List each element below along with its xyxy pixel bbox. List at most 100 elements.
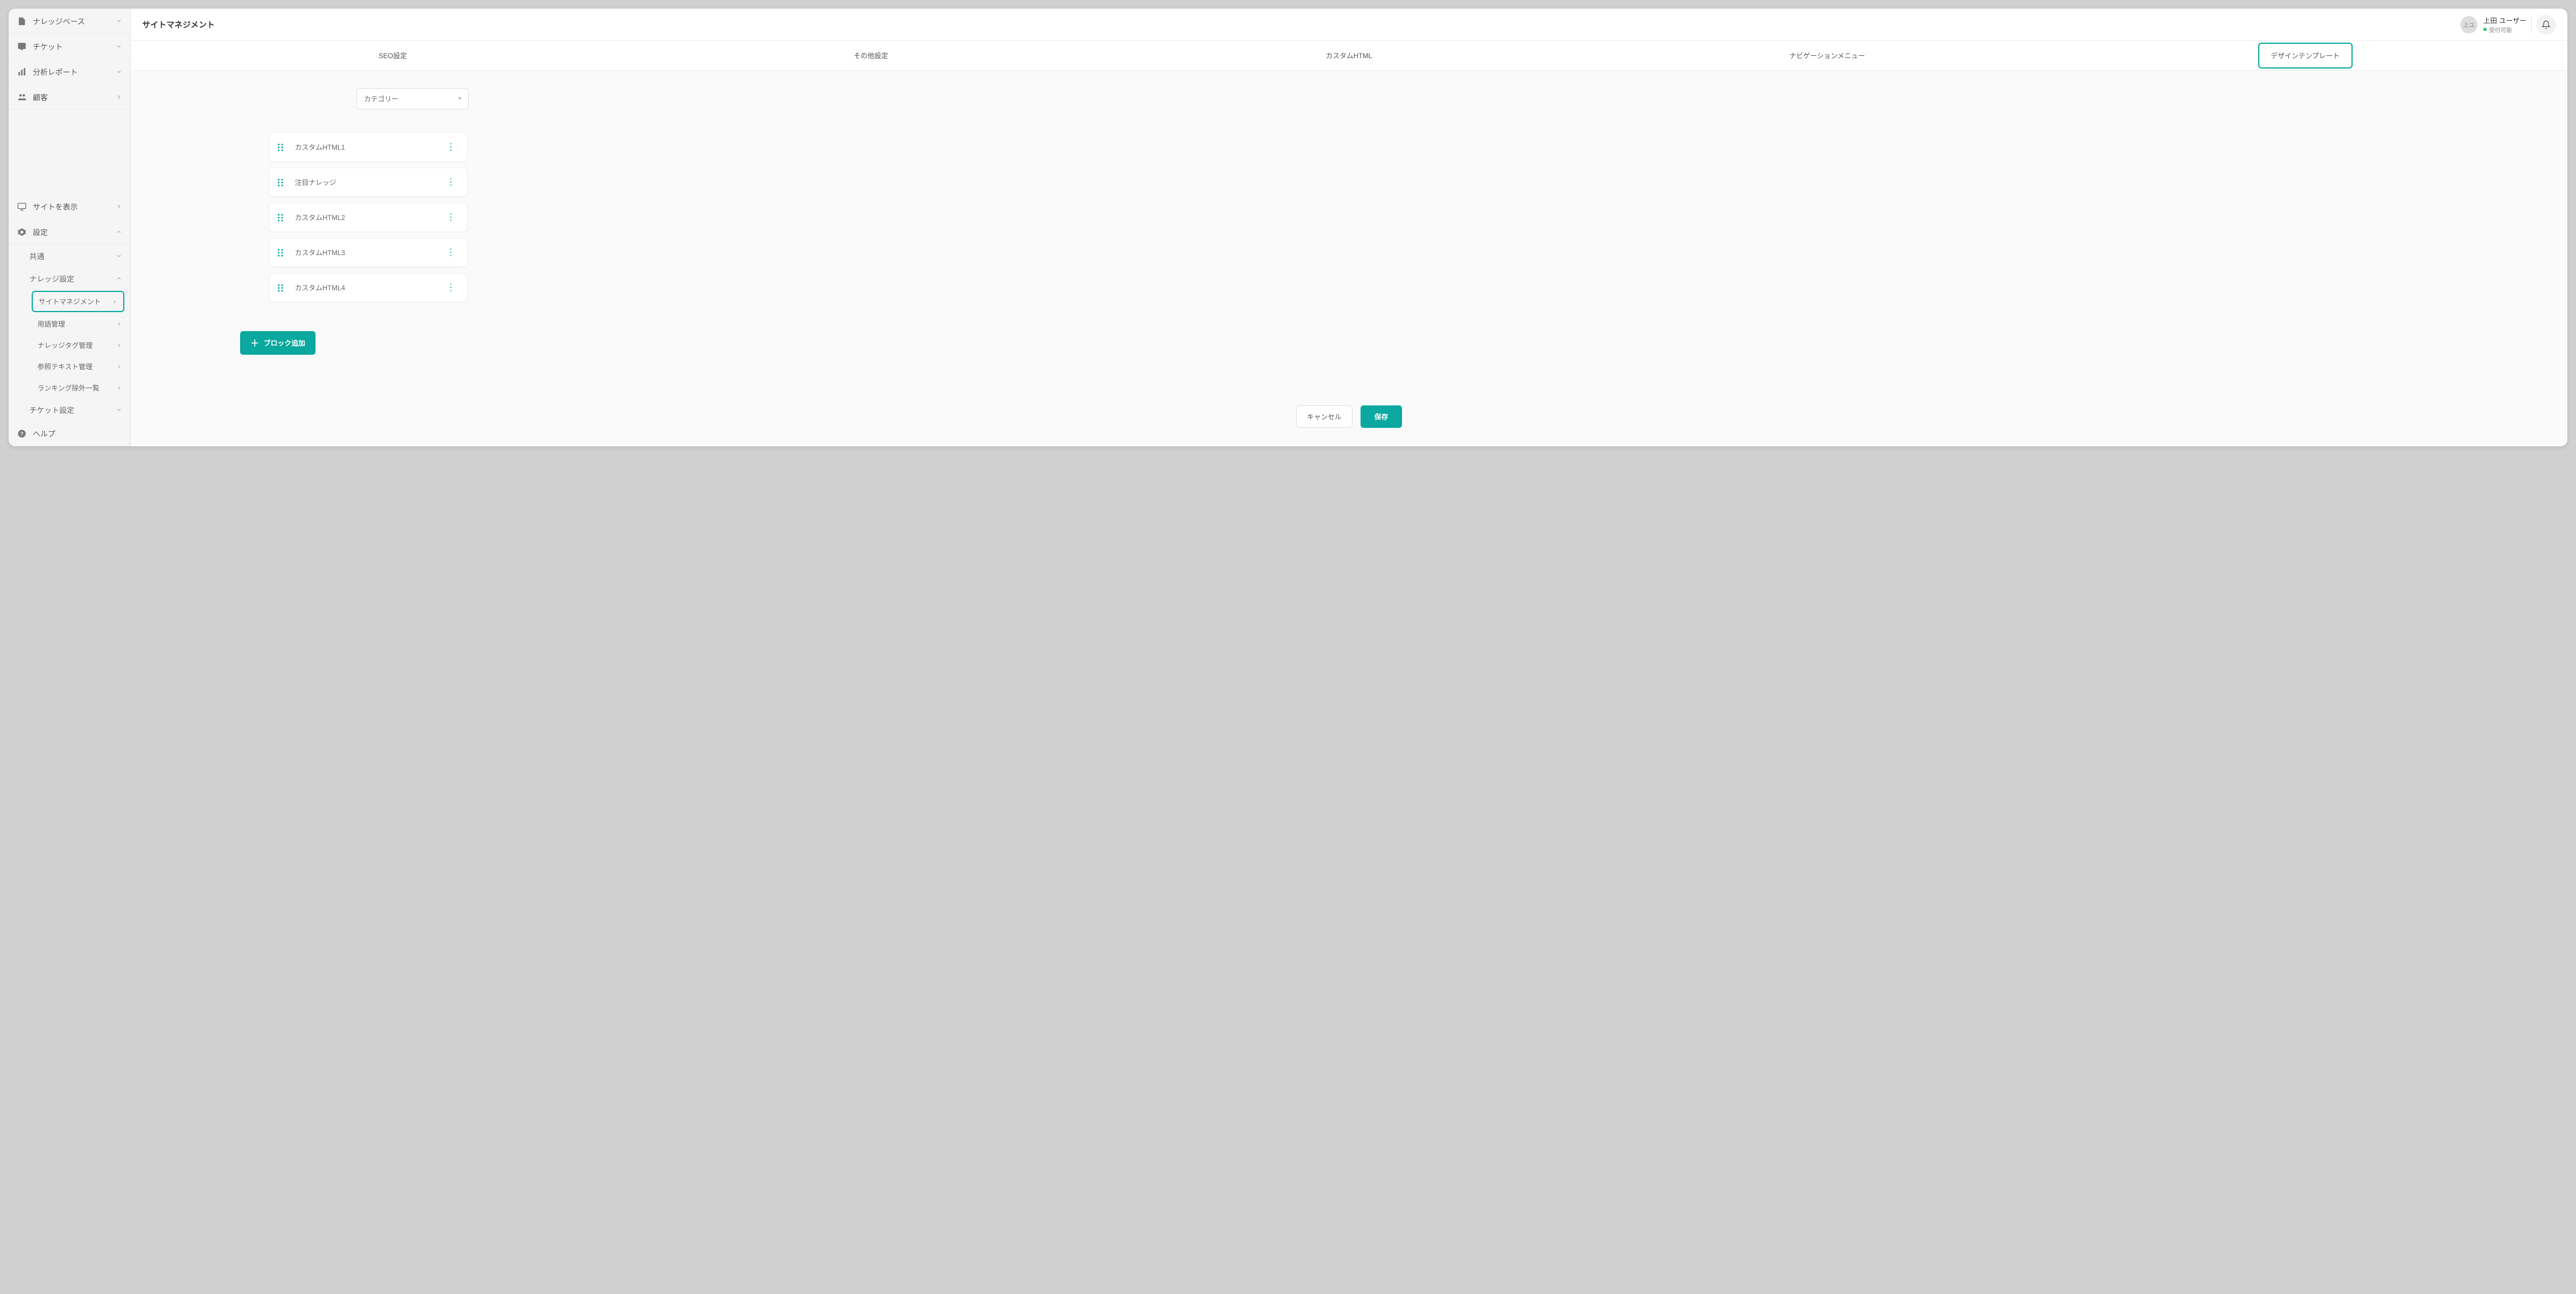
caret-down-icon: ▾	[458, 96, 461, 102]
user-status-label: 受付可能	[2489, 25, 2512, 34]
cancel-button[interactable]: キャンセル	[1296, 405, 1352, 428]
svg-text:?: ?	[20, 431, 24, 437]
sidebar-item-label: 分析レポート	[33, 66, 116, 77]
user-status: 受付可能	[2483, 25, 2526, 34]
drag-handle-icon[interactable]	[278, 249, 283, 257]
chevron-down-icon	[116, 407, 122, 413]
sidebar-item-label: サイトを表示	[33, 201, 116, 212]
tab-nav-menu[interactable]: ナビゲーションメニュー	[1588, 41, 2066, 70]
tab-other[interactable]: その他設定	[632, 41, 1110, 70]
sidebar-item-label: ナレッジ設定	[29, 273, 116, 284]
bar-chart-icon	[17, 67, 27, 77]
category-select[interactable]: カテゴリー ▾	[356, 88, 469, 109]
people-icon	[17, 92, 27, 103]
add-block-button[interactable]: ＋ ブロック追加	[240, 331, 316, 355]
app-frame: ナレッジベース チケット 分析レポート	[9, 9, 2567, 446]
sidebar-item-view-site[interactable]: サイトを表示	[9, 194, 130, 219]
sidebar-item-label: チケット設定	[29, 404, 116, 415]
chevron-down-icon	[116, 253, 122, 259]
block-label: カスタムHTML3	[295, 248, 443, 257]
kebab-menu-icon[interactable]: ⋮	[443, 143, 459, 152]
sidebar-sub-knowledge-settings[interactable]: ナレッジ設定	[9, 267, 130, 290]
block-card[interactable]: カスタムHTML3 ⋮	[269, 238, 468, 267]
drag-handle-icon[interactable]	[278, 179, 283, 187]
sidebar-item-label: ナレッジタグ管理	[37, 340, 116, 350]
sidebar-item-label: ランキング除外一覧	[37, 383, 116, 393]
chevron-right-icon	[116, 385, 122, 391]
sidebar-sub-reference-text[interactable]: 参照テキスト管理	[9, 356, 130, 377]
sidebar-item-settings[interactable]: 設定	[9, 219, 130, 245]
block-card[interactable]: カスタムHTML2 ⋮	[269, 203, 468, 232]
sidebar-sub-tag-management[interactable]: ナレッジタグ管理	[9, 335, 130, 356]
sidebar-item-label: ナレッジベース	[33, 16, 116, 26]
sidebar-item-analytics[interactable]: 分析レポート	[9, 59, 130, 85]
block-card[interactable]: カスタムHTML4 ⋮	[269, 273, 468, 302]
document-icon	[17, 16, 27, 26]
sidebar-item-knowledge-base[interactable]: ナレッジベース	[9, 9, 130, 34]
tab-seo[interactable]: SEO設定	[154, 41, 632, 70]
sidebar-sub-site-management[interactable]: サイトマネジメント	[32, 291, 124, 312]
status-dot-icon	[2483, 28, 2487, 31]
chevron-down-icon	[116, 69, 122, 75]
chevron-right-icon	[116, 343, 122, 348]
chevron-right-icon	[116, 321, 122, 327]
block-label: カスタムHTML4	[295, 283, 443, 293]
bell-icon	[2541, 20, 2551, 29]
main-panel: サイトマネジメント 上ユ 上田 ユーザー 受付可能	[131, 9, 2567, 446]
sidebar-item-label: 参照テキスト管理	[37, 362, 116, 371]
tab-design-template[interactable]: デザインテンプレート	[2066, 41, 2544, 70]
sidebar-sub-common[interactable]: 共通	[9, 245, 130, 267]
category-select-label: カテゴリー	[364, 94, 398, 104]
block-label: カスタムHTML1	[295, 142, 443, 152]
sidebar-item-customers[interactable]: 顧客	[9, 85, 130, 110]
notifications-button[interactable]	[2536, 15, 2556, 35]
sidebar: ナレッジベース チケット 分析レポート	[9, 9, 131, 446]
sidebar-item-label: 設定	[33, 226, 116, 237]
sidebar-item-label: ヘルプ	[33, 428, 122, 439]
tabs-row: SEO設定 その他設定 カスタムHTML ナビゲーションメニュー デザインテンプ…	[131, 41, 2567, 71]
block-card[interactable]: 注目ナレッジ ⋮	[269, 168, 468, 197]
tab-label: SEO設定	[379, 51, 407, 60]
monitor-icon	[17, 202, 27, 212]
block-label: カスタムHTML2	[295, 212, 443, 222]
sidebar-item-help[interactable]: ? ヘルプ	[9, 421, 130, 446]
chevron-up-icon	[116, 275, 122, 282]
chevron-right-icon	[112, 299, 117, 305]
drag-handle-icon[interactable]	[278, 143, 283, 151]
kebab-menu-icon[interactable]: ⋮	[443, 283, 459, 293]
tab-custom-html[interactable]: カスタムHTML	[1110, 41, 1588, 70]
sidebar-sub-ranking-exclusion[interactable]: ランキング除外一覧	[9, 377, 130, 399]
kebab-menu-icon[interactable]: ⋮	[443, 248, 459, 257]
kebab-menu-icon[interactable]: ⋮	[443, 178, 459, 187]
chat-icon	[17, 41, 27, 52]
sidebar-sub-term-management[interactable]: 用語管理	[9, 313, 130, 335]
user-name: 上田 ユーザー	[2483, 16, 2526, 25]
chevron-right-icon	[116, 203, 122, 210]
footer-actions: キャンセル 保存	[154, 392, 2544, 435]
sidebar-sub-ticket-settings[interactable]: チケット設定	[9, 399, 130, 421]
chevron-up-icon	[116, 229, 122, 235]
tab-label: その他設定	[854, 51, 888, 60]
tab-label: デザインテンプレート	[2271, 52, 2340, 60]
save-button[interactable]: 保存	[1361, 405, 1402, 428]
block-card[interactable]: カスタムHTML1 ⋮	[269, 132, 468, 162]
sidebar-item-label: サイトマネジメント	[39, 297, 112, 306]
block-list: カスタムHTML1 ⋮ 注目ナレッジ ⋮ カスタムHTML2 ⋮	[269, 132, 468, 302]
chevron-right-icon	[116, 94, 122, 100]
block-label: 注目ナレッジ	[295, 177, 443, 187]
tab-label: ナビゲーションメニュー	[1789, 51, 1865, 60]
kebab-menu-icon[interactable]: ⋮	[443, 213, 459, 222]
gear-icon	[17, 227, 27, 237]
user-area[interactable]: 上ユ 上田 ユーザー 受付可能	[2460, 16, 2526, 34]
topbar: サイトマネジメント 上ユ 上田 ユーザー 受付可能	[131, 9, 2567, 41]
sidebar-item-label: 顧客	[33, 92, 116, 103]
drag-handle-icon[interactable]	[278, 214, 283, 222]
avatar: 上ユ	[2460, 16, 2478, 33]
plus-icon: ＋	[250, 337, 259, 349]
sidebar-item-label: 用語管理	[37, 319, 116, 329]
drag-handle-icon[interactable]	[278, 284, 283, 292]
chevron-right-icon	[116, 364, 122, 370]
divider	[2531, 16, 2532, 33]
sidebar-item-tickets[interactable]: チケット	[9, 34, 130, 59]
sidebar-item-label: チケット	[33, 41, 116, 52]
